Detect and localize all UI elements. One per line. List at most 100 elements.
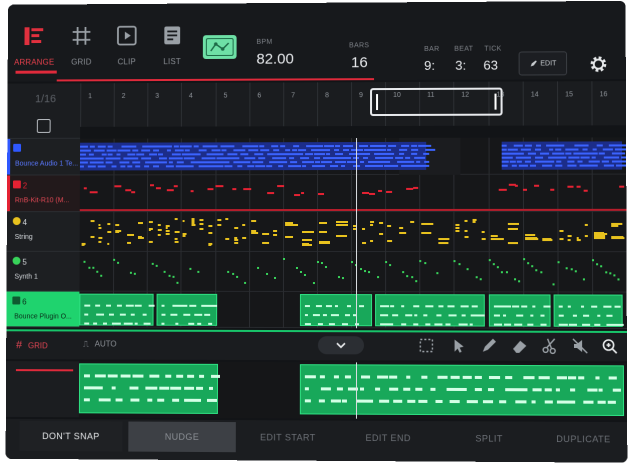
synth-note[interactable] [351,261,353,263]
pencil-icon[interactable] [480,337,498,355]
list-mode-button[interactable]: LIST [149,4,195,74]
drum-note[interactable] [215,185,223,187]
drum-note[interactable] [369,193,375,195]
string-note[interactable] [225,238,229,240]
string-note[interactable] [158,234,161,236]
string-note[interactable] [199,228,203,230]
drum-note[interactable] [378,190,382,192]
audio-clip-track-6[interactable] [554,294,623,326]
string-note[interactable] [166,233,170,235]
synth-note[interactable] [385,261,387,263]
string-note[interactable] [611,236,623,238]
string-note[interactable] [285,236,293,238]
synth-note[interactable] [453,260,455,262]
string-note[interactable] [611,225,618,227]
drum-note[interactable] [114,185,121,187]
drum-note[interactable] [406,188,413,190]
string-note[interactable] [585,224,588,226]
synth-note[interactable] [493,263,495,265]
string-note[interactable] [379,222,383,224]
track-header-6[interactable]: 6 Bounce Plugin O... [6,292,79,328]
string-note[interactable] [217,224,221,226]
drum-note[interactable] [150,184,154,186]
scissors-icon[interactable] [541,337,559,355]
synth-note[interactable] [368,271,370,273]
synth-note[interactable] [244,282,246,284]
string-note[interactable] [115,231,119,233]
string-note[interactable] [568,235,572,237]
string-note[interactable] [542,239,552,241]
string-note[interactable] [508,228,518,230]
string-note[interactable] [91,220,95,222]
string-note[interactable] [473,221,476,223]
drum-note[interactable] [294,194,300,196]
synth-note[interactable] [609,272,611,274]
string-note[interactable] [438,238,449,240]
string-note[interactable] [127,242,131,244]
synth-note[interactable] [436,272,438,274]
string-note[interactable] [149,228,153,230]
synth-note[interactable] [459,263,461,265]
string-note[interactable] [175,241,179,243]
string-note[interactable] [387,225,391,227]
drum-note[interactable] [277,185,284,187]
zoom-fit-icon[interactable] [37,119,51,133]
string-note[interactable] [465,236,469,238]
ruler-bar-number[interactable]: 16 [600,91,608,98]
synth-note[interactable] [300,271,302,273]
synth-note[interactable] [571,268,573,270]
tick-value[interactable]: 63 [483,58,498,73]
drum-note[interactable] [515,185,518,187]
drum-note[interactable] [191,190,194,192]
string-note[interactable] [568,239,571,241]
string-note[interactable] [262,242,269,244]
synth-note[interactable] [531,265,533,267]
ruler-bar-number[interactable]: 4 [189,93,193,100]
string-note[interactable] [98,241,101,243]
synth-note[interactable] [304,274,306,276]
drum-note[interactable] [499,189,507,191]
string-note[interactable] [192,218,195,220]
string-note[interactable] [455,224,459,226]
string-note[interactable] [98,227,101,229]
string-note[interactable] [455,227,459,229]
drum-note[interactable] [619,186,624,188]
string-note[interactable] [175,231,180,233]
split-button[interactable]: SPLIT [441,423,538,454]
synth-note[interactable] [596,263,598,265]
string-note[interactable] [273,230,277,232]
string-note[interactable] [559,238,563,240]
string-note[interactable] [138,237,144,239]
marquee-select-icon[interactable] [417,336,435,354]
synth-note[interactable] [497,266,499,268]
string-note[interactable] [242,237,246,239]
ruler-bar-number[interactable]: 7 [291,92,295,99]
synth-note[interactable] [575,270,577,272]
drum-note[interactable] [84,187,87,189]
string-note[interactable] [166,227,168,229]
string-note[interactable] [158,224,161,226]
synth-note[interactable] [317,261,319,263]
ruler-bar-number[interactable]: 2 [122,93,126,100]
string-note[interactable] [242,224,245,226]
synth-note[interactable] [88,267,90,269]
synth-note[interactable] [100,275,102,277]
string-note[interactable] [319,222,327,224]
arrange-mode-button[interactable]: ARRANGE [12,4,57,73]
synth-note[interactable] [360,268,362,270]
synth-note[interactable] [592,259,594,261]
lane-track-4[interactable] [80,212,627,252]
gear-icon[interactable] [587,53,609,75]
synth-note[interactable] [377,276,379,278]
edit-audio-clip[interactable] [79,363,218,414]
string-note[interactable] [273,234,277,236]
synth-note[interactable] [197,271,199,273]
string-note[interactable] [525,237,537,239]
string-note[interactable] [251,220,256,222]
drum-note[interactable] [584,190,588,192]
synth-note[interactable] [84,261,86,263]
synth-note[interactable] [283,258,285,260]
synth-note[interactable] [130,272,132,274]
synth-note[interactable] [342,277,344,279]
string-note[interactable] [491,238,504,240]
